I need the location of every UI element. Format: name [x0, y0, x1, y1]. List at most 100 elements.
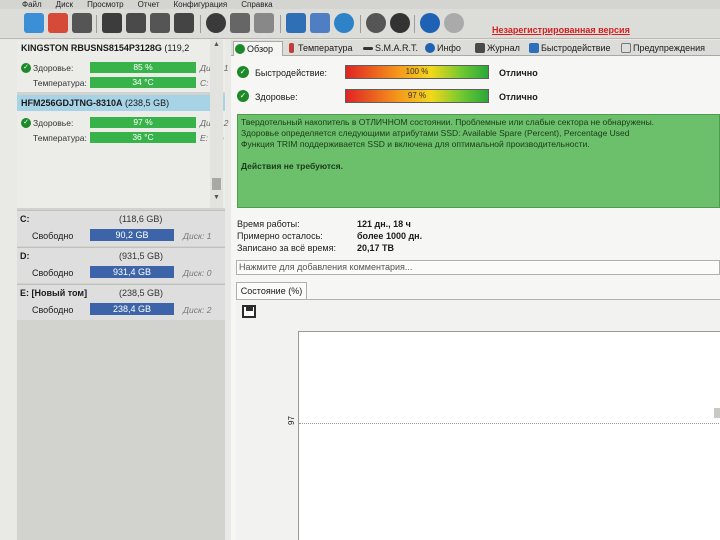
tab-state-percent[interactable]: Состояние (%) — [236, 282, 307, 300]
disk-size: (238,5 GB) — [125, 98, 170, 108]
overview-panel: ✓ Быстродействие: 100 % Отлично ✓ Здоров… — [231, 56, 720, 540]
menu-view[interactable]: Просмотр — [87, 0, 124, 9]
helmet-icon[interactable] — [206, 13, 226, 33]
menu-disk[interactable]: Диск — [56, 0, 73, 9]
temp-label: Температура: — [33, 78, 87, 88]
detail-value: более 1000 дн. — [357, 231, 423, 241]
menu-bar: Файл Диск Просмотр Отчет Конфигурация Сп… — [0, 0, 720, 9]
disk-item-kingston[interactable]: KINGSTON RBUSNS8154P3128G (119,2 ✓ Здоро… — [17, 40, 228, 92]
report-icon[interactable] — [286, 13, 306, 33]
temp-bar: 34 °C — [90, 77, 196, 88]
mail-icon[interactable] — [310, 13, 330, 33]
tab-log[interactable]: Журнал — [474, 41, 520, 56]
free-bar: 238,4 GB — [90, 303, 174, 315]
tab-info[interactable]: Инфо — [424, 41, 461, 56]
tab-bar: Обзор Температура S.M.A.R.T. Инфо Журнал… — [231, 40, 720, 56]
health-summary-row: ✓ Здоровье: 97 % Отлично — [235, 86, 720, 106]
tab-performance[interactable]: Быстродействие — [528, 41, 611, 56]
tab-label: Быстродействие — [541, 43, 611, 53]
printer-icon[interactable] — [254, 13, 274, 33]
save-icon[interactable] — [242, 305, 256, 318]
volume-letter: C: — [20, 214, 30, 224]
drive-settings-icon[interactable] — [174, 13, 194, 33]
disk-list-scrollbar[interactable]: ▲ ▼ — [210, 40, 223, 208]
scroll-thumb[interactable] — [212, 178, 221, 190]
status-message: Твердотельный накопитель в ОТЛИЧНОМ сост… — [237, 114, 720, 208]
gear-icon[interactable] — [366, 13, 386, 33]
chart-y-tick: 97 — [286, 416, 296, 425]
refresh-all-icon[interactable] — [48, 13, 68, 33]
comment-field[interactable]: Нажмите для добавления комментария... — [236, 260, 720, 275]
drive-icon[interactable] — [102, 13, 122, 33]
detail-value: 20,17 TB — [357, 243, 395, 253]
health-bar: 97 % — [90, 117, 196, 128]
chart-grid-line — [299, 423, 720, 424]
volume-disk: Диск: 2 — [183, 305, 212, 315]
volume-d[interactable]: D: (931,5 GB) Свободно 931,4 GB Диск: 0 — [17, 247, 225, 283]
disk-item-hfm[interactable]: HFM256GDJTNG-8310A (238,5 GB) ✓ Здоровье… — [17, 95, 228, 147]
check-icon — [235, 44, 245, 54]
message-line: Здоровье определяется следующими атрибут… — [241, 128, 630, 138]
drive-letter: C: — [200, 78, 209, 88]
toolbar: Незарегистрированная версия — [0, 9, 720, 39]
free-label: Свободно — [32, 268, 74, 278]
log-icon — [475, 43, 485, 53]
health-row: ✓ Здоровье: 85 % Диск: 1 — [17, 61, 228, 75]
help-icon[interactable] — [420, 13, 440, 33]
audio-icon[interactable] — [390, 13, 410, 33]
tab-smart[interactable]: S.M.A.R.T. — [362, 41, 418, 56]
scroll-down-icon[interactable]: ▼ — [212, 194, 221, 202]
menu-help[interactable]: Справка — [241, 0, 272, 9]
avito-watermark: Avito — [642, 502, 710, 530]
unregistered-link[interactable]: Незарегистрированная версия — [492, 25, 630, 35]
detail-key: Время работы: — [237, 219, 300, 229]
free-label: Свободно — [32, 231, 74, 241]
menu-report[interactable]: Отчет — [138, 0, 160, 9]
info-icon[interactable] — [444, 13, 464, 33]
health-bar: 85 % — [90, 62, 196, 73]
document-icon — [621, 43, 631, 53]
health-verdict: Отлично — [499, 92, 538, 102]
disk-size: (119,2 — [164, 43, 190, 53]
health-row: ✓ Здоровье: 97 % Диск: 2 — [17, 116, 228, 130]
performance-label: Быстродействие: — [255, 68, 328, 78]
menu-file[interactable]: Файл — [22, 0, 42, 9]
volume-disk: Диск: 0 — [183, 268, 212, 278]
performance-bar: 100 % — [345, 65, 489, 79]
drive-check-icon[interactable] — [126, 13, 146, 33]
refresh-icon[interactable] — [24, 13, 44, 33]
cube-icon[interactable] — [230, 13, 250, 33]
free-bar: 931,4 GB — [90, 266, 174, 278]
tab-label: Температура — [298, 43, 353, 53]
volume-disk: Диск: 1 — [183, 231, 212, 241]
disk-name: KINGSTON RBUSNS8154P3128G — [21, 43, 162, 53]
volume-e[interactable]: E: [Новый том] (238,5 GB) Свободно 238,4… — [17, 284, 225, 320]
chart-icon — [529, 43, 539, 53]
message-line: Твердотельный накопитель в ОТЛИЧНОМ сост… — [241, 117, 655, 127]
tab-label: Журнал — [487, 43, 520, 53]
scroll-up-icon[interactable]: ▲ — [212, 41, 221, 49]
disk-list-empty — [17, 147, 225, 208]
volume-size: (931,5 GB) — [119, 251, 164, 261]
disk-list-panel: KINGSTON RBUSNS8154P3128G (119,2 ✓ Здоро… — [17, 40, 228, 540]
detail-key: Записано за всё время: — [237, 243, 336, 253]
ok-check-icon: ✓ — [237, 66, 249, 78]
health-label: Здоровье: — [33, 118, 74, 128]
temp-bar: 36 °C — [90, 132, 196, 143]
avito-logo-icon — [614, 505, 638, 529]
detail-key: Примерно осталось: — [237, 231, 323, 241]
list-icon[interactable] — [72, 13, 92, 33]
tab-label: S.M.A.R.T. — [375, 43, 419, 53]
ok-check-icon: ✓ — [237, 90, 249, 102]
volume-letter: D: — [20, 251, 30, 261]
message-line: Функция TRIM поддерживается SSD и включе… — [241, 139, 590, 149]
health-summary-label: Здоровье: — [255, 92, 298, 102]
tab-warnings[interactable]: Предупреждения — [620, 41, 705, 56]
drive-test-icon[interactable] — [150, 13, 170, 33]
tab-temperature[interactable]: Температура — [285, 41, 353, 56]
globe-icon[interactable] — [334, 13, 354, 33]
volume-size: (238,5 GB) — [119, 288, 164, 298]
tab-overview[interactable]: Обзор — [233, 41, 283, 56]
menu-config[interactable]: Конфигурация — [174, 0, 228, 9]
volume-c[interactable]: C: (118,6 GB) Свободно 90,2 GB Диск: 1 — [17, 210, 225, 246]
